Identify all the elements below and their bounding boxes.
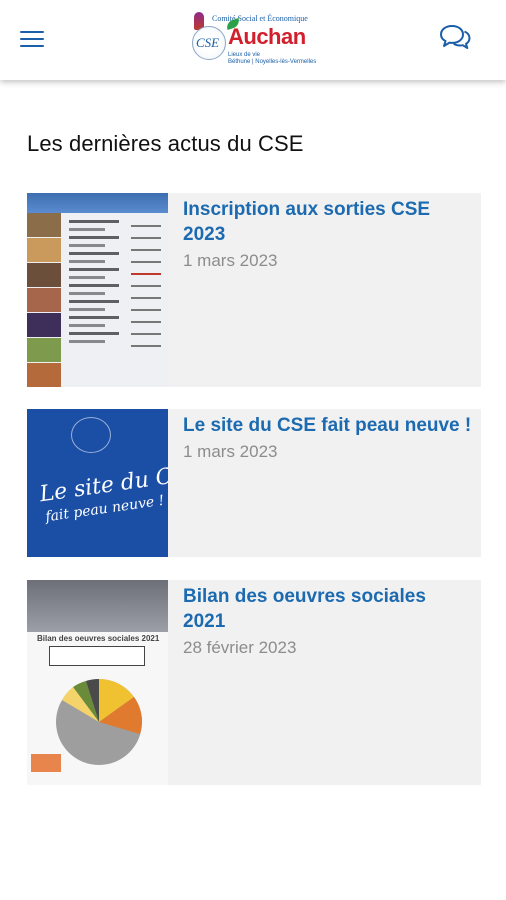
logo-brand: Auchan (228, 24, 306, 49)
thumbnail-pie-chart-icon (56, 679, 142, 765)
app-header: Comité Social et Économique CSE Auchan L… (0, 0, 506, 80)
news-thumbnail-site: Le site du CSE fait peau neuve ! (27, 409, 168, 557)
chat-bubbles-icon[interactable] (438, 22, 472, 54)
news-card-bilan[interactable]: Bilan des oeuvres sociales 2021 Bilan de… (27, 580, 481, 785)
news-title[interactable]: Bilan des oeuvres sociales 2021 (183, 584, 473, 634)
news-card-site[interactable]: Le site du CSE fait peau neuve ! Le site… (27, 409, 481, 557)
news-date: 28 février 2023 (183, 638, 297, 657)
hamburger-menu-icon[interactable] (20, 26, 54, 54)
thumbnail-heading: Bilan des oeuvres sociales 2021 (37, 634, 160, 643)
news-card-sorties[interactable]: Inscription aux sorties CSE 2023 1 mars … (27, 193, 481, 387)
logo-sub-line-1: Lieux de vie (228, 52, 261, 58)
news-date: 1 mars 2023 (183, 251, 278, 270)
thumbnail-logo-icon (71, 417, 111, 453)
cse-auchan-logo[interactable]: Comité Social et Économique CSE Auchan L… (188, 8, 320, 70)
page-title: Les dernières actus du CSE (27, 131, 304, 156)
logo-badge-text: CSE (196, 35, 220, 50)
logo-sub-line-2: Béthune | Noyelles-lès-Vermelles (228, 59, 317, 65)
news-thumbnail-bilan: Bilan des oeuvres sociales 2021 (27, 580, 168, 785)
logo-org-line: Comité Social et Économique (212, 14, 308, 23)
news-title[interactable]: Inscription aux sorties CSE 2023 (183, 197, 473, 247)
news-date: 1 mars 2023 (183, 442, 278, 461)
news-title[interactable]: Le site du CSE fait peau neuve ! (183, 413, 473, 438)
news-thumbnail-sorties (27, 193, 168, 387)
